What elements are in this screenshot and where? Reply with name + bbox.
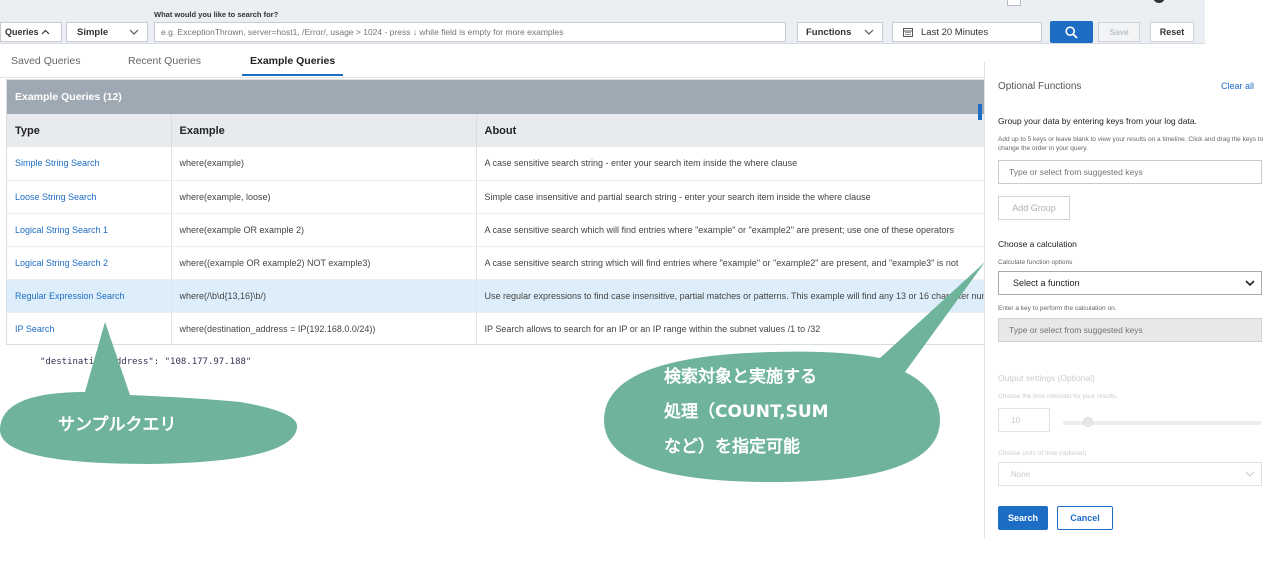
interval-help-text: Choose the time intervals for your resul…: [998, 393, 1118, 400]
chevron-down-icon: [1245, 471, 1255, 477]
background-log-text: "destination_address": "108.177.97.188": [40, 357, 252, 367]
functions-annotation: 検索対象と実施する 処理（COUNT,SUM など）を指定可能: [664, 360, 829, 465]
example-queries-table: Type Example About Simple String Search …: [7, 114, 985, 344]
query-about: IP Search allows to search for an IP or …: [476, 312, 985, 344]
search-toolbar: What would you like to search for? Queri…: [0, 0, 1205, 44]
table-row[interactable]: Logical String Search 1 where(example OR…: [7, 213, 985, 247]
functions-cancel-button[interactable]: Cancel: [1057, 506, 1113, 530]
units-select-value: None: [1011, 469, 1031, 479]
calculation-key-input[interactable]: [998, 318, 1262, 342]
time-range-picker[interactable]: Last 20 Minutes: [892, 22, 1042, 42]
time-range-value: Last 20 Minutes: [921, 26, 989, 38]
query-example: where(/\b\d{13,16}\b/): [171, 279, 477, 313]
query-example: where(destination_address = IP(192.168.0…: [171, 312, 477, 344]
query-about: A case sensitive search string which wil…: [476, 246, 985, 280]
query-type-link[interactable]: Simple String Search: [7, 147, 172, 181]
query-type-link[interactable]: IP Search: [7, 312, 172, 344]
functions-annotation-line: 処理（COUNT,SUM: [664, 402, 829, 422]
optional-functions-panel: Optional Functions Clear all Group your …: [984, 62, 1280, 539]
search-input[interactable]: [154, 22, 786, 42]
search-mode-select[interactable]: Simple: [66, 22, 148, 42]
tab-recent-queries[interactable]: Recent Queries: [128, 55, 201, 75]
panel-title: Example Queries (12): [7, 80, 985, 114]
query-about: Simple case insensitive and partial sear…: [476, 180, 985, 214]
table-row[interactable]: Simple String Search where(example) A ca…: [7, 147, 985, 181]
units-help-text: Choose units of time (optional): [998, 450, 1087, 457]
query-type-link[interactable]: Logical String Search 2: [7, 246, 172, 280]
query-type-link[interactable]: Regular Expression Search: [7, 279, 172, 313]
functions-button[interactable]: Functions: [797, 22, 883, 42]
function-select-value: Select a function: [1013, 278, 1080, 288]
query-type-link[interactable]: Logical String Search 1: [7, 213, 172, 247]
query-about: A case sensitive search string - enter y…: [476, 147, 985, 181]
chevron-down-icon: [864, 29, 874, 35]
clear-all-link[interactable]: Clear all: [1221, 81, 1254, 91]
table-row[interactable]: Loose String Search where(example, loose…: [7, 180, 985, 214]
queries-toggle-label: Queries: [5, 27, 39, 37]
group-help-text: Add up to 5 keys or leave blank to view …: [998, 136, 1264, 152]
table-row[interactable]: Regular Expression Search where(/\b\d{13…: [7, 279, 985, 313]
functions-annotation-line: 検索対象と実施する: [664, 367, 817, 387]
search-prompt-label: What would you like to search for?: [154, 10, 279, 19]
output-settings-heading: Output settings (Optional): [998, 373, 1095, 383]
queries-toggle-button[interactable]: Queries: [0, 22, 62, 42]
checkbox[interactable]: [1007, 0, 1021, 6]
query-type-link[interactable]: Loose String Search: [7, 180, 172, 214]
save-button[interactable]: Save: [1098, 22, 1140, 42]
panel-edge-marker: [978, 104, 982, 120]
table-row[interactable]: Logical String Search 2 where((example O…: [7, 246, 985, 280]
group-heading: Group your data by entering keys from yo…: [998, 116, 1197, 126]
sample-queries-annotation: サンプルクエリ: [58, 415, 177, 435]
function-select[interactable]: Select a function: [998, 271, 1262, 295]
example-queries-panel: Example Queries (12) Type Example About …: [6, 79, 986, 345]
query-example: where(example, loose): [171, 180, 477, 214]
chevron-down-icon: [1245, 280, 1255, 286]
calculation-key-help: Enter a key to perform the calculation o…: [998, 305, 1117, 312]
help-icon[interactable]: [1152, 0, 1166, 6]
calendar-icon: [903, 28, 913, 37]
interval-value-box[interactable]: 10: [998, 408, 1050, 432]
reset-button[interactable]: Reset: [1150, 22, 1194, 42]
column-header-example[interactable]: Example: [171, 114, 477, 147]
search-button[interactable]: [1050, 21, 1093, 43]
tab-saved-queries[interactable]: Saved Queries: [11, 55, 80, 75]
search-icon: [1065, 25, 1078, 39]
column-header-type[interactable]: Type: [7, 114, 172, 147]
optional-functions-title: Optional Functions: [998, 81, 1082, 92]
interval-slider-handle[interactable]: [1083, 417, 1093, 427]
query-about: A case sensitive search which will find …: [476, 213, 985, 247]
column-header-about[interactable]: About: [476, 114, 985, 147]
query-example: where(example OR example 2): [171, 213, 477, 247]
table-header-row: Type Example About: [7, 114, 985, 147]
calculation-heading: Choose a calculation: [998, 239, 1077, 249]
chevron-down-icon: [129, 29, 139, 35]
add-group-button[interactable]: Add Group: [998, 196, 1070, 220]
chevron-up-icon: [41, 29, 49, 35]
search-mode-value: Simple: [77, 26, 109, 38]
functions-search-button[interactable]: Search: [998, 506, 1048, 530]
query-example: where((example OR example2) NOT example3…: [171, 246, 477, 280]
calculation-sub-label: Calculate function options: [998, 259, 1073, 266]
query-example: where(example): [171, 147, 477, 181]
query-about: Use regular expressions to find case ins…: [476, 279, 985, 313]
table-row[interactable]: IP Search where(destination_address = IP…: [7, 312, 985, 344]
tab-example-queries[interactable]: Example Queries: [242, 55, 344, 76]
group-keys-input[interactable]: [998, 160, 1262, 184]
functions-annotation-line: など）を指定可能: [664, 437, 800, 457]
units-select[interactable]: None: [998, 462, 1262, 486]
functions-label: Functions: [806, 26, 852, 38]
